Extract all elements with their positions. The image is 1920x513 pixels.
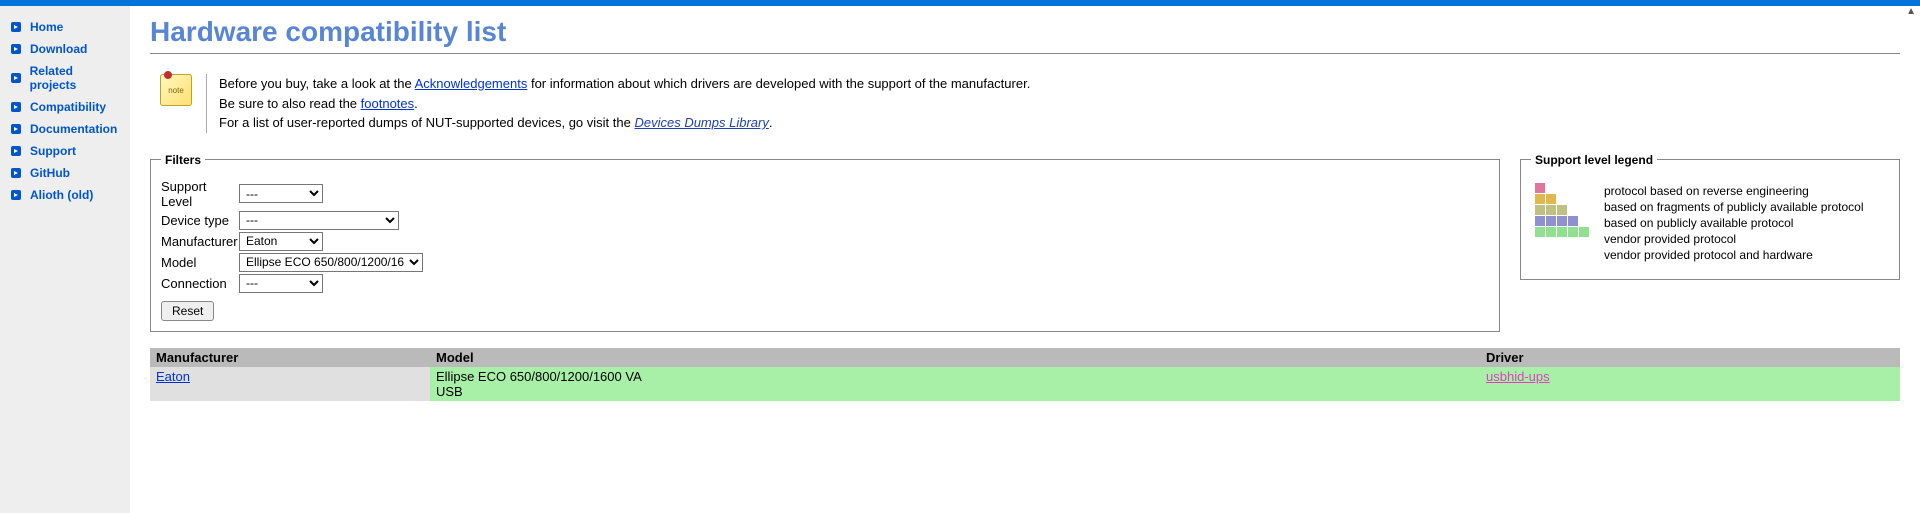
legend-bar-1 (1535, 183, 1590, 194)
note-line3-prefix: For a list of user-reported dumps of NUT… (219, 115, 634, 130)
sidebar-item-relatedprojects[interactable]: Related projects (0, 60, 130, 96)
main-content: Hardware compatibility list note Before … (130, 6, 1920, 513)
filter-label-supportlevel: Support Level (161, 179, 239, 209)
filter-label-devicetype: Device type (161, 213, 239, 228)
filter-label-manufacturer: Manufacturer (161, 234, 239, 249)
filter-row-model: Model Ellipse ECO 650/800/1200/1600 (161, 253, 1489, 272)
th-driver: Driver (1480, 348, 1900, 367)
note-line3-suffix: . (769, 115, 773, 130)
filters-fieldset: Filters Support Level --- Device type --… (150, 153, 1500, 332)
bullet-icon (10, 72, 22, 84)
table-header-row: Manufacturer Model Driver (150, 348, 1900, 367)
connection-select[interactable]: --- (239, 274, 323, 293)
model-line1: Ellipse ECO 650/800/1200/1600 VA (436, 369, 1474, 384)
acknowledgements-link[interactable]: Acknowledgements (415, 76, 528, 91)
layout: Home Download Related projects Compatibi… (0, 6, 1920, 513)
filter-label-connection: Connection (161, 276, 239, 291)
model-line2: USB (436, 384, 1474, 399)
sidebar-item-download[interactable]: Download (0, 38, 130, 60)
note-line2-prefix: Be sure to also read the (219, 96, 361, 111)
model-select[interactable]: Ellipse ECO 650/800/1200/1600 (239, 253, 423, 272)
legend-line-3: based on publicly available protocol (1604, 215, 1864, 231)
sidebar-item-label: Download (30, 42, 87, 56)
manufacturer-select[interactable]: Eaton (239, 232, 323, 251)
sidebar-item-label: Support (30, 144, 76, 158)
filter-label-model: Model (161, 255, 239, 270)
reset-button[interactable]: Reset (161, 301, 214, 321)
cell-driver: usbhid-ups (1480, 367, 1900, 401)
filter-row-connection: Connection --- (161, 274, 1489, 293)
bullet-icon (10, 21, 22, 33)
sidebar-item-label: Alioth (old) (30, 188, 93, 202)
sidebar-item-label: GitHub (30, 166, 70, 180)
sidebar-item-documentation[interactable]: Documentation (0, 118, 130, 140)
note-icon: note (160, 74, 192, 106)
sidebar-item-alioth[interactable]: Alioth (old) (0, 184, 130, 206)
cell-model: Ellipse ECO 650/800/1200/1600 VA USB (430, 367, 1480, 401)
device-type-select[interactable]: --- (239, 211, 399, 230)
bullet-icon (10, 123, 22, 135)
bullet-icon (10, 101, 22, 113)
driver-link[interactable]: usbhid-ups (1486, 369, 1550, 384)
sidebar-item-github[interactable]: GitHub (0, 162, 130, 184)
legend-line-2: based on fragments of publicly available… (1604, 199, 1864, 215)
devices-dumps-link[interactable]: Devices Dumps Library (634, 115, 768, 130)
filters-legend: Filters (161, 153, 205, 167)
legend-fieldset: Support level legend protocol based on r… (1520, 153, 1900, 281)
note-text-suffix: for information about which drivers are … (531, 76, 1030, 91)
legend-content: protocol based on reverse engineering ba… (1531, 177, 1889, 270)
sidebar-item-label: Compatibility (30, 100, 106, 114)
note-box: note Before you buy, take a look at the … (160, 74, 1900, 133)
th-manufacturer: Manufacturer (150, 348, 430, 367)
legend-bar-2 (1535, 194, 1590, 205)
bullet-icon (10, 189, 22, 201)
hcl-table: Manufacturer Model Driver Eaton Ellipse … (150, 348, 1900, 401)
table-row: Eaton Ellipse ECO 650/800/1200/1600 VA U… (150, 367, 1900, 401)
sidebar-item-label: Home (30, 20, 63, 34)
sidebar-item-label: Documentation (30, 122, 117, 136)
legend-title: Support level legend (1531, 153, 1657, 167)
bullet-icon (10, 145, 22, 157)
sidebar-item-home[interactable]: Home (0, 16, 130, 38)
legend-line-4: vendor provided protocol (1604, 231, 1864, 247)
title-divider (150, 53, 1900, 54)
sidebar-item-compatibility[interactable]: Compatibility (0, 96, 130, 118)
bullet-icon (10, 43, 22, 55)
legend-lines: protocol based on reverse engineering ba… (1604, 183, 1864, 264)
note-text-prefix: Before you buy, take a look at the (219, 76, 415, 91)
legend-line-5: vendor provided protocol and hardware (1604, 247, 1864, 263)
legend-bar-5 (1535, 227, 1590, 238)
note-text: Before you buy, take a look at the Ackno… (206, 74, 1030, 133)
sidebar-item-label: Related projects (30, 64, 120, 92)
page-title: Hardware compatibility list (150, 16, 1900, 48)
support-level-select[interactable]: --- (239, 184, 323, 203)
footnotes-link[interactable]: footnotes (361, 96, 415, 111)
legend-bar-4 (1535, 216, 1590, 227)
legend-bar-3 (1535, 205, 1590, 216)
filter-row-devicetype: Device type --- (161, 211, 1489, 230)
sidebar-item-support[interactable]: Support (0, 140, 130, 162)
legend-line-1: protocol based on reverse engineering (1604, 183, 1864, 199)
th-model: Model (430, 348, 1480, 367)
filter-row-supportlevel: Support Level --- (161, 179, 1489, 209)
bullet-icon (10, 167, 22, 179)
legend-bars (1535, 183, 1590, 264)
manufacturer-link[interactable]: Eaton (156, 369, 190, 384)
sidebar: Home Download Related projects Compatibi… (0, 6, 130, 513)
filter-row-manufacturer: Manufacturer Eaton (161, 232, 1489, 251)
cell-manufacturer: Eaton (150, 367, 430, 401)
note-line2-suffix: . (414, 96, 418, 111)
filters-and-legend-row: Filters Support Level --- Device type --… (150, 153, 1900, 332)
